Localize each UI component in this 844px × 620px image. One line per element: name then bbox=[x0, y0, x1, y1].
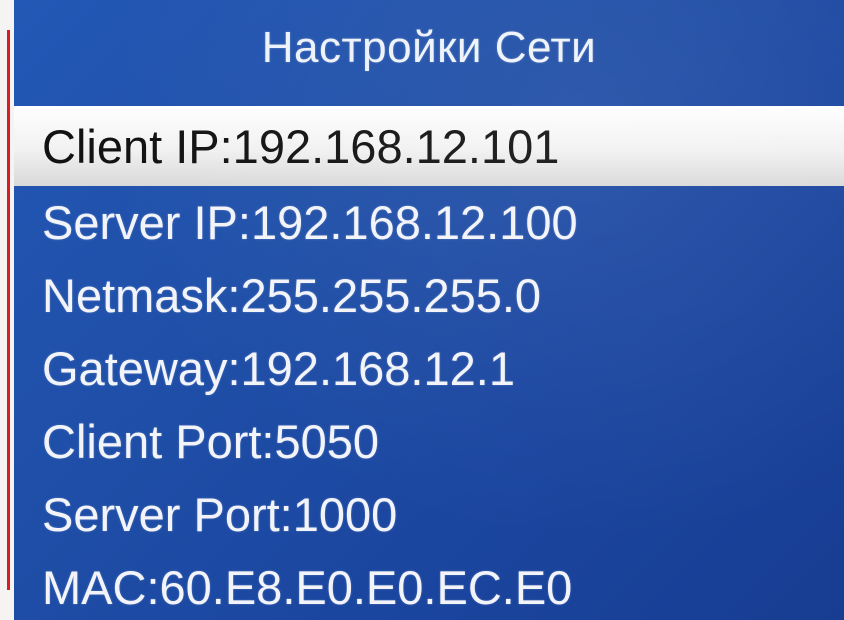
screen-title: Настройки Сети bbox=[261, 23, 597, 72]
network-settings-menu: Client IP:192.168.12.101 Server IP:192.1… bbox=[14, 106, 844, 620]
device-display-photo: Настройки Сети Client IP:192.168.12.101 … bbox=[0, 0, 844, 620]
menu-item-client-ip[interactable]: Client IP:192.168.12.101 bbox=[14, 106, 844, 186]
device-bezel-edge bbox=[7, 30, 10, 590]
menu-item-server-ip[interactable]: Server IP:192.168.12.100 bbox=[14, 186, 844, 259]
menu-item-mac[interactable]: MAC:60.E8.E0.E0.EC.E0 bbox=[14, 551, 844, 620]
menu-item-client-port[interactable]: Client Port:5050 bbox=[14, 405, 844, 478]
menu-item-server-port[interactable]: Server Port:1000 bbox=[14, 478, 844, 551]
lcd-screen: Настройки Сети Client IP:192.168.12.101 … bbox=[14, 0, 844, 620]
menu-item-gateway[interactable]: Gateway:192.168.12.1 bbox=[14, 332, 844, 405]
menu-item-netmask[interactable]: Netmask:255.255.255.0 bbox=[14, 259, 844, 332]
